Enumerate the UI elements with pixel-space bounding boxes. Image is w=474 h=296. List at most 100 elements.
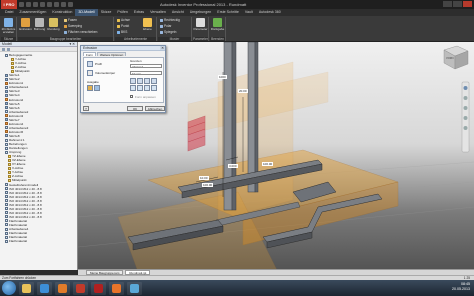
feature-icon xyxy=(5,203,8,207)
extents-label: Grenzen xyxy=(130,59,142,63)
solid-select-icon[interactable] xyxy=(87,70,93,76)
taskbar-browser[interactable] xyxy=(37,281,52,295)
parameters-button[interactable]: Parameter xyxy=(193,18,208,36)
symmetric-icon[interactable] xyxy=(144,78,150,84)
ribbon-tab[interactable]: Zusammenfügen xyxy=(16,9,49,16)
asymmetric-icon[interactable] xyxy=(151,78,157,84)
dimension-label[interactable]: 1000 xyxy=(218,75,227,79)
point-button[interactable]: Punkt xyxy=(117,24,129,28)
taskbar-media[interactable] xyxy=(55,281,70,295)
dimension-label[interactable]: 20.00 xyxy=(238,89,248,93)
distance-input[interactable]: 10 mm xyxy=(130,71,162,75)
extrude-button[interactable]: Extrusion xyxy=(19,18,32,36)
minimize-button[interactable] xyxy=(443,1,452,7)
output-surface-icon[interactable] xyxy=(94,85,100,91)
cut-icon[interactable] xyxy=(137,85,143,91)
tab-more-options[interactable]: Weitere Optionen xyxy=(97,52,127,57)
return-panel-label: Beenden xyxy=(210,37,225,41)
feature-icon xyxy=(5,114,8,118)
plane-button[interactable]: Ebene xyxy=(141,18,154,36)
output-solid-icon[interactable] xyxy=(87,85,93,91)
system-tray-clock[interactable]: 08:45 20.05.2013 xyxy=(452,282,470,292)
feature-icon xyxy=(5,187,8,191)
start-button[interactable] xyxy=(2,281,16,295)
update-icon[interactable] xyxy=(54,2,59,7)
dimension-label[interactable]: 100.00 xyxy=(202,183,214,187)
filter-icon[interactable] xyxy=(2,48,5,51)
create-2d-sketch-button[interactable]: 2D-Skizze erstellen xyxy=(2,18,15,36)
close-button[interactable] xyxy=(463,1,472,7)
feature-icon xyxy=(5,118,8,122)
ribbon-tab[interactable]: Konstruktion xyxy=(49,9,75,16)
ribbon-tab[interactable]: Extras xyxy=(131,9,147,16)
feature-icon xyxy=(5,85,8,89)
extrude-icon xyxy=(21,18,30,27)
select-icon[interactable] xyxy=(61,2,66,7)
profile-select-icon[interactable] xyxy=(87,61,93,67)
dimension-label[interactable]: 3.000 xyxy=(228,164,238,168)
ribbon-tab[interactable]: Datei xyxy=(2,9,16,16)
browser-tree-item[interactable]: Flachmaterial xyxy=(0,239,77,243)
undo-icon[interactable] xyxy=(40,2,45,7)
axis-button[interactable]: Achse xyxy=(117,18,130,22)
ribbon-tab[interactable]: Skizze xyxy=(98,9,115,16)
direction-1-icon[interactable] xyxy=(130,78,136,84)
dialog-close-icon[interactable]: ✕ xyxy=(160,46,165,50)
taskbar-paint[interactable] xyxy=(127,281,142,295)
fillet-button[interactable]: Rundung xyxy=(47,18,60,36)
ribbon-tab[interactable]: Vault xyxy=(242,9,256,16)
feature-icon xyxy=(5,73,8,77)
feature-icon xyxy=(5,126,8,130)
join-icon[interactable] xyxy=(130,85,136,91)
hole-button[interactable]: Bohrung xyxy=(33,18,46,36)
ribbon-tab[interactable]: 3D-Modell xyxy=(75,9,98,16)
ribbon-tab[interactable]: Ansicht xyxy=(169,9,187,16)
cancel-button[interactable]: Abbrechen xyxy=(145,106,165,111)
ok-button[interactable]: OK xyxy=(127,106,143,111)
ribbon-tab[interactable]: Autodesk 360 xyxy=(256,9,284,16)
return-button[interactable]: Rückgabe xyxy=(211,18,224,36)
intersect-icon[interactable] xyxy=(144,85,150,91)
direction-2-icon[interactable] xyxy=(137,78,143,84)
match-shape-checkbox[interactable] xyxy=(130,95,133,98)
new-icon[interactable] xyxy=(19,2,24,7)
taskbar-firefox[interactable] xyxy=(109,281,124,295)
search-icon[interactable] xyxy=(7,48,10,51)
help-button[interactable]: ? xyxy=(83,106,89,111)
dimension-label[interactable]: 100.00 xyxy=(262,162,274,166)
browser-menu-icon[interactable]: ▾ ✕ xyxy=(70,42,76,46)
application-menu-button[interactable]: I PRO xyxy=(1,0,17,9)
maximize-button[interactable] xyxy=(453,1,462,7)
taskbar-inventor[interactable] xyxy=(73,281,88,295)
title-bar: I PRO Autodesk Inventor Professional 201… xyxy=(0,0,474,9)
new-solid-icon[interactable] xyxy=(151,85,157,91)
work-features-panel: Achse Punkt BKS Ebene Arbeitselemente xyxy=(115,17,157,41)
extrude-dialog: Extrusion ✕ Form Weitere Optionen Profil… xyxy=(80,45,166,113)
mirror-button[interactable]: Spiegeln xyxy=(160,30,176,34)
chamfer-button[interactable]: Fasen xyxy=(64,18,77,22)
ribbon-tab-bar: Datei Zusammenfügen Konstruktion 3D-Modell S… xyxy=(0,9,474,16)
taskbar-explorer[interactable] xyxy=(19,281,34,295)
sketch-icon xyxy=(4,18,13,27)
viewcube-face-label[interactable]: VORN xyxy=(446,57,454,60)
extents-dropdown[interactable]: Abstand xyxy=(130,64,162,68)
tab-shape[interactable]: Form xyxy=(83,52,96,57)
redo-icon[interactable] xyxy=(47,2,52,7)
rectangular-pattern-button[interactable]: Rechteckig xyxy=(160,18,180,22)
polar-pattern-button[interactable]: Polar xyxy=(160,24,171,28)
ucs-button[interactable]: BKS xyxy=(117,30,127,34)
open-icon[interactable] xyxy=(26,2,31,7)
save-icon[interactable] xyxy=(33,2,38,7)
dimension-label[interactable]: 10.00 xyxy=(199,176,209,180)
material-icon[interactable] xyxy=(68,2,73,7)
ribbon-tab[interactable]: Erste Schritte xyxy=(214,9,242,16)
feature-icon xyxy=(5,183,8,187)
ribbon-tab[interactable]: Umgebungen xyxy=(187,9,215,16)
ribbon-tab[interactable]: Prüfen xyxy=(114,9,131,16)
move-face-button[interactable]: Flächen verschieben xyxy=(64,30,97,34)
feature-icon xyxy=(11,65,14,69)
ribbon-tab[interactable]: Verwalten xyxy=(147,9,169,16)
taskbar-pdf[interactable] xyxy=(91,281,106,295)
sweep-button[interactable]: Sweeping xyxy=(64,24,82,28)
work-features-panel-label: Arbeitselemente xyxy=(115,37,156,41)
